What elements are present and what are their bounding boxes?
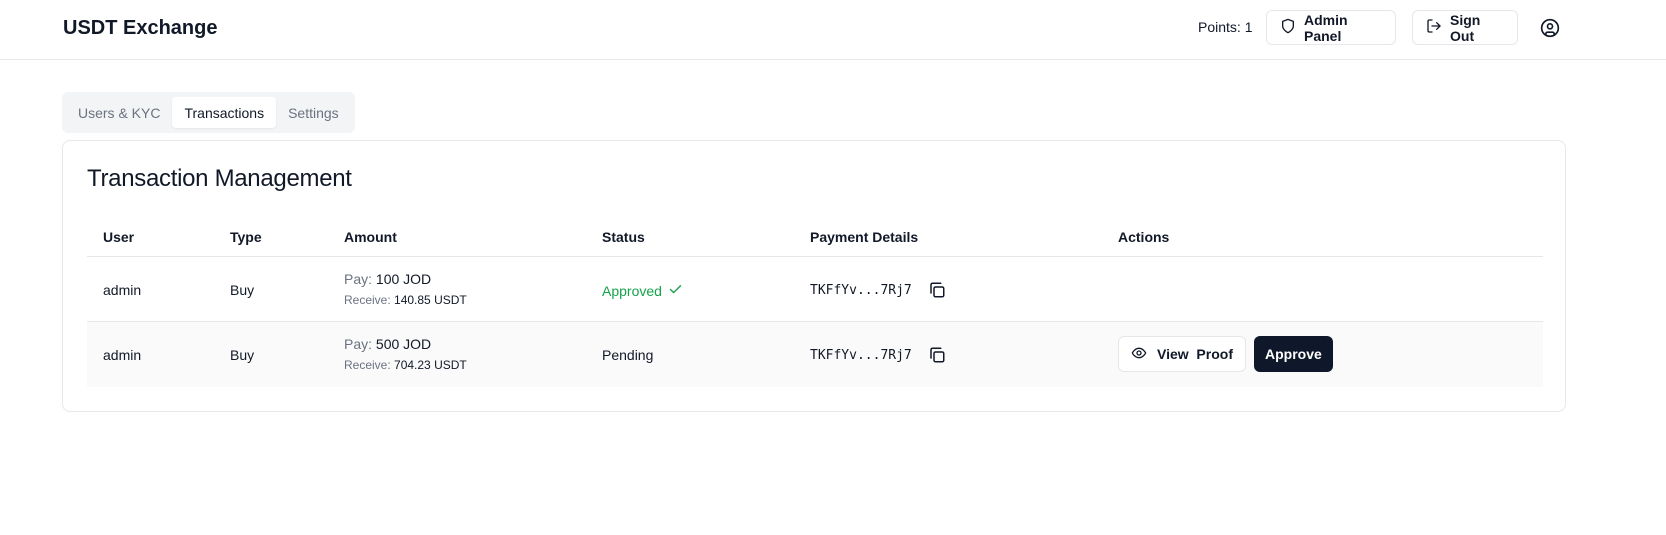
admin-panel-label: Admin Panel [1304, 11, 1348, 44]
pay-amount: Pay: 500 JOD [344, 336, 467, 352]
table-header: User Type Amount Status Payment Details … [87, 215, 1543, 257]
tab-users-kyc[interactable]: Users & KYC [66, 97, 172, 128]
row-actions: View Proof Approve [1118, 336, 1333, 372]
table-row: admin Buy Pay: 100 JOD Receive: 140.85 U… [87, 257, 1543, 322]
pay-amount: Pay: 100 JOD [344, 271, 467, 287]
sign-out-button[interactable]: Sign Out [1412, 10, 1518, 45]
status-text: Approved [602, 283, 662, 299]
receive-value: 140.85 USDT [394, 293, 467, 307]
payment-details: TKFfYv...7Rj7 [810, 281, 946, 299]
wallet-address: TKFfYv...7Rj7 [810, 347, 912, 363]
row-amount: Pay: 500 JOD Receive: 704.23 USDT [344, 336, 467, 372]
status-badge: Approved [602, 282, 683, 300]
logout-icon [1426, 18, 1442, 37]
tab-transactions[interactable]: Transactions [172, 97, 277, 128]
copy-icon[interactable] [928, 281, 946, 299]
transactions-table: User Type Amount Status Payment Details … [87, 215, 1543, 387]
receive-amount: Receive: 704.23 USDT [344, 358, 467, 372]
pay-label: Pay: [344, 271, 373, 287]
column-header-status: Status [602, 229, 645, 245]
copy-icon[interactable] [928, 346, 946, 364]
column-header-payment-details: Payment Details [810, 229, 919, 245]
row-type: Buy [230, 282, 255, 298]
check-icon [668, 282, 683, 300]
admin-panel-button[interactable]: Admin Panel [1266, 10, 1396, 45]
admin-tabs: Users & KYC Transactions Settings [62, 92, 355, 133]
column-header-user: User [103, 229, 135, 245]
pay-value: 100 JOD [375, 271, 432, 287]
approve-button[interactable]: Approve [1253, 336, 1333, 372]
receive-amount: Receive: 140.85 USDT [344, 293, 467, 307]
row-type: Buy [230, 347, 255, 363]
app-brand: USDT Exchange [63, 17, 218, 39]
receive-value: 704.23 USDT [394, 358, 467, 372]
column-header-amount: Amount [344, 229, 397, 245]
user-circle-icon[interactable] [1540, 18, 1560, 38]
column-header-actions: Actions [1118, 229, 1170, 245]
shield-icon [1280, 18, 1296, 37]
view-proof-label: View Proof [1157, 346, 1233, 362]
points-counter: Points: 1 [1198, 19, 1253, 35]
card-title: Transaction Management [87, 165, 352, 192]
table-row: admin Buy Pay: 500 JOD Receive: 704.23 U… [87, 322, 1543, 387]
view-proof-button[interactable]: View Proof [1118, 336, 1246, 372]
pay-value: 500 JOD [375, 336, 432, 352]
status-badge: Pending [602, 347, 653, 363]
sign-out-label: Sign Out [1450, 11, 1481, 44]
row-user: admin [103, 282, 142, 298]
receive-label: Receive: [344, 293, 391, 307]
eye-icon [1131, 345, 1147, 364]
pay-label: Pay: [344, 336, 373, 352]
transaction-card: Transaction Management User Type Amount … [62, 140, 1566, 412]
tab-settings[interactable]: Settings [276, 97, 351, 128]
row-amount: Pay: 100 JOD Receive: 140.85 USDT [344, 271, 467, 307]
status-text: Pending [602, 347, 654, 363]
top-header: USDT Exchange Points: 1 Admin Panel Sign… [0, 0, 1666, 60]
wallet-address: TKFfYv...7Rj7 [810, 282, 912, 298]
payment-details: TKFfYv...7Rj7 [810, 346, 946, 364]
column-header-type: Type [230, 229, 262, 245]
row-user: admin [103, 347, 142, 363]
receive-label: Receive: [344, 358, 391, 372]
